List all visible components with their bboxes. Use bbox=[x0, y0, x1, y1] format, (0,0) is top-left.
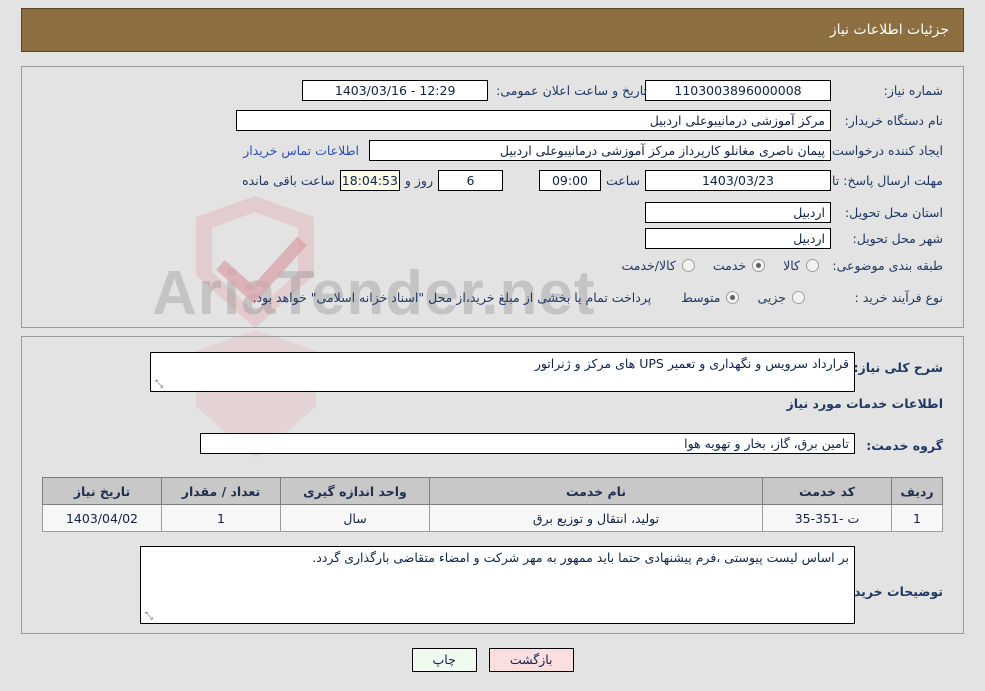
need-number-value: 1103003896000008 bbox=[645, 80, 831, 101]
purchase-type-note: پرداخت تمام یا بخشی از مبلغ خرید،از محل … bbox=[252, 290, 652, 305]
buyer-org-label: نام دستگاه خریدار: bbox=[844, 113, 943, 128]
need-summary-label: شرح کلی نیاز: bbox=[853, 360, 943, 375]
deadline-remaining-value: 18:04:53 bbox=[339, 170, 400, 191]
delivery-city-label: شهر محل تحویل: bbox=[852, 231, 943, 246]
request-creator-row: ایجاد کننده درخواست: پیمان ناصری مغانلو … bbox=[243, 140, 943, 161]
radio-purchase-jozei[interactable] bbox=[792, 291, 805, 304]
delivery-province-value: اردبیل bbox=[645, 202, 831, 223]
cell-row-no: 1 bbox=[891, 504, 943, 532]
table-row[interactable]: 1 ت -351-35 تولید، انتقال و توزیع برق سا… bbox=[42, 504, 943, 532]
buyer-contact-link[interactable]: اطلاعات تماس خریدار bbox=[243, 143, 359, 158]
deadline-row: مهلت ارسال پاسخ: تا تاریخ: 1403/03/23 سا… bbox=[237, 170, 943, 191]
radio-purchase-motevaset-label: متوسط bbox=[681, 290, 721, 305]
purchase-type-label: نوع فرآیند خرید : bbox=[854, 290, 943, 305]
table-header-row: ردیف کد خدمت نام خدمت واحد اندازه گیری ت… bbox=[42, 477, 943, 505]
cell-need-date: 1403/04/02 bbox=[42, 504, 162, 532]
buyer-org-value: مرکز آموزشی درمانیبوعلی اردبیل bbox=[236, 110, 831, 131]
request-creator-label: ایجاد کننده درخواست: bbox=[827, 143, 943, 158]
col-service-code: کد خدمت bbox=[762, 477, 892, 505]
resize-handle-icon-notes[interactable] bbox=[143, 612, 153, 622]
deadline-days-label: روز و bbox=[404, 173, 433, 188]
col-quantity: تعداد / مقدار bbox=[161, 477, 281, 505]
delivery-city-value: اردبیل bbox=[645, 228, 831, 249]
deadline-days-value: 6 bbox=[437, 170, 503, 191]
radio-subject-kala-label: کالا bbox=[783, 258, 800, 273]
need-number-label: شماره نیاز: bbox=[883, 83, 943, 98]
public-announce-label: تاریخ و ساعت اعلان عمومی: bbox=[496, 83, 647, 98]
button-bar: بازگشت چاپ bbox=[0, 648, 985, 672]
radio-subject-kala-khedmat[interactable] bbox=[681, 259, 695, 272]
print-button[interactable]: چاپ bbox=[411, 648, 477, 672]
deadline-label: مهلت ارسال پاسخ: تا تاریخ: bbox=[798, 173, 943, 188]
deadline-remaining-label: ساعت باقی مانده bbox=[242, 173, 335, 188]
subject-class-label: طبقه بندی موضوعی: bbox=[832, 258, 943, 273]
radio-subject-khedmat[interactable] bbox=[752, 259, 766, 272]
col-service-name: نام خدمت bbox=[429, 477, 763, 505]
service-group-row: تامین برق، گاز، بخار و تهویه هوا bbox=[200, 433, 855, 454]
services-table-wrapper: ردیف کد خدمت نام خدمت واحد اندازه گیری ت… bbox=[42, 477, 943, 532]
radio-subject-kala[interactable] bbox=[806, 259, 819, 272]
buyer-notes-field[interactable]: بر اساس لیست پیوستی ،فرم پیشنهادی حتما ب… bbox=[140, 546, 855, 624]
deadline-time-value: 09:00 bbox=[538, 170, 601, 191]
need-summary-field[interactable]: قرارداد سرویس و نگهداری و تعمیر UPS های … bbox=[150, 352, 855, 392]
radio-subject-kala-khedmat-label: کالا/خدمت bbox=[621, 258, 676, 273]
cell-service-code: ت -351-35 bbox=[762, 504, 892, 532]
col-row-no: ردیف bbox=[891, 477, 943, 505]
delivery-city-row: شهر محل تحویل: اردبیل bbox=[645, 228, 943, 249]
public-announce-value: 1403/03/16 - 12:29 bbox=[302, 80, 489, 101]
buyer-notes-value: بر اساس لیست پیوستی ،فرم پیشنهادی حتما ب… bbox=[312, 550, 849, 565]
subject-class-row: طبقه بندی موضوعی: کالا خدمت کالا/خدمت bbox=[607, 258, 943, 273]
back-button[interactable]: بازگشت bbox=[488, 648, 574, 672]
need-summary-value: قرارداد سرویس و نگهداری و تعمیر UPS های … bbox=[534, 356, 849, 371]
delivery-province-row: استان محل تحویل: اردبیل bbox=[645, 202, 943, 223]
cell-unit: سال bbox=[280, 504, 430, 532]
radio-purchase-jozei-label: جزیی bbox=[757, 290, 786, 305]
cell-quantity: 1 bbox=[161, 504, 281, 532]
purchase-type-row: نوع فرآیند خرید : جزیی متوسط پرداخت تمام… bbox=[253, 290, 943, 305]
service-group-value: تامین برق، گاز، بخار و تهویه هوا bbox=[200, 433, 855, 454]
services-table: ردیف کد خدمت نام خدمت واحد اندازه گیری ت… bbox=[42, 477, 943, 532]
radio-purchase-motevaset[interactable] bbox=[726, 291, 740, 304]
col-need-date: تاریخ نیاز bbox=[42, 477, 162, 505]
need-info-panel bbox=[21, 66, 964, 328]
public-announce-row: تاریخ و ساعت اعلان عمومی: 1403/03/16 - 1… bbox=[302, 80, 647, 101]
page-title: جزئیات اطلاعات نیاز bbox=[829, 22, 949, 38]
cell-service-name: تولید، انتقال و توزیع برق bbox=[429, 504, 763, 532]
service-group-label: گروه خدمت: bbox=[866, 438, 943, 453]
deadline-date-value: 1403/03/23 bbox=[645, 170, 831, 191]
buyer-org-row: نام دستگاه خریدار: مرکز آموزشی درمانیبوع… bbox=[236, 110, 943, 131]
page-header: جزئیات اطلاعات نیاز bbox=[21, 8, 964, 52]
need-number-row: شماره نیاز: 1103003896000008 bbox=[645, 80, 943, 101]
radio-subject-khedmat-label: خدمت bbox=[712, 258, 747, 273]
deadline-time-label: ساعت bbox=[605, 173, 640, 188]
delivery-province-label: استان محل تحویل: bbox=[844, 205, 943, 220]
resize-handle-icon[interactable] bbox=[153, 380, 163, 390]
request-creator-value: پیمان ناصری مغانلو کارپرداز مرکز آموزشی … bbox=[369, 140, 831, 161]
services-section-title: اطلاعات خدمات مورد نیاز bbox=[786, 396, 944, 411]
col-unit: واحد اندازه گیری bbox=[280, 477, 430, 505]
